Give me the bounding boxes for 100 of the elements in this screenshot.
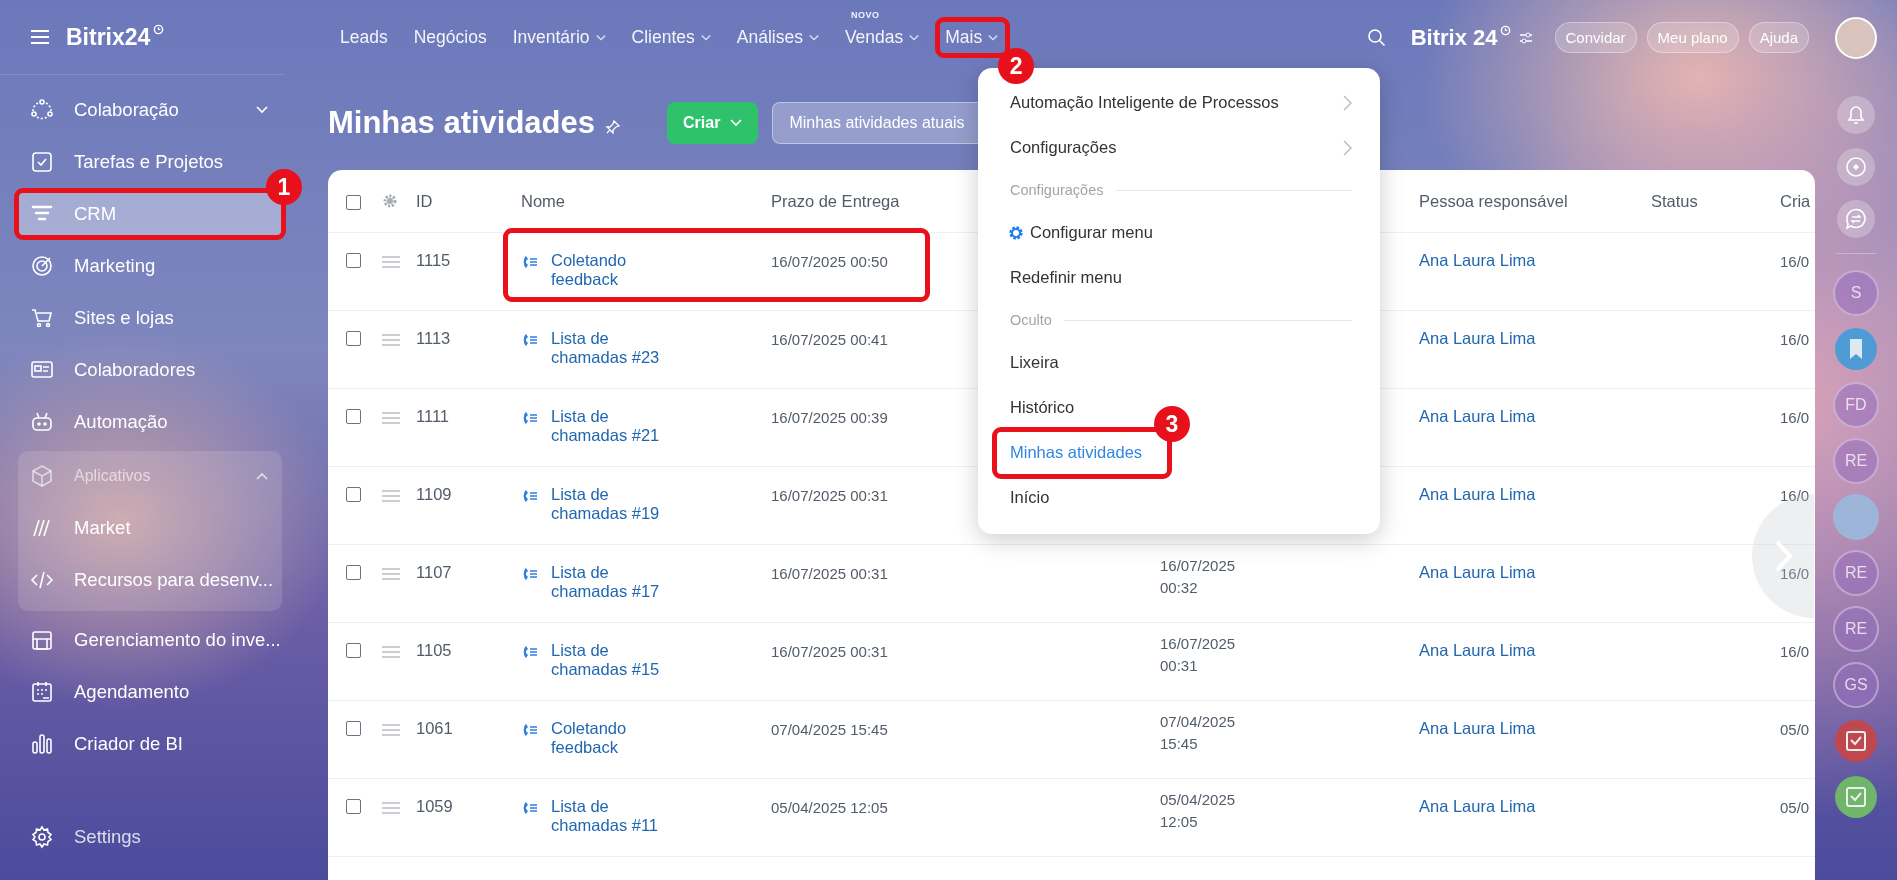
pin-icon[interactable] xyxy=(605,118,622,135)
activity-link[interactable]: Coletando feedback xyxy=(551,251,686,289)
bookmark-icon[interactable] xyxy=(1833,326,1879,372)
drag-handle-icon[interactable] xyxy=(382,646,400,658)
search-icon[interactable] xyxy=(1366,27,1387,48)
logo[interactable]: Bitrix24 xyxy=(66,23,165,51)
checkbox[interactable] xyxy=(346,643,361,658)
activity-link[interactable]: Lista de chamadas #17 xyxy=(551,563,686,601)
drag-handle-icon[interactable] xyxy=(382,802,400,814)
checkbox[interactable] xyxy=(346,409,361,424)
column-header[interactable]: Prazo de Entrega xyxy=(771,191,900,211)
column-header[interactable]: Status xyxy=(1651,191,1698,211)
annotation-badge: 2 xyxy=(998,48,1035,84)
cart-icon xyxy=(30,306,54,330)
menu-item[interactable]: Redefinir menu xyxy=(1010,255,1122,300)
annotation-badge: 1 xyxy=(266,169,302,205)
sidebar-item[interactable]: Colaboradores xyxy=(18,347,282,393)
settings-icon[interactable] xyxy=(382,193,398,209)
nav-link[interactable]: Mais xyxy=(945,27,999,48)
table-cell-text: 16/0 xyxy=(1780,564,1810,582)
drag-handle-icon[interactable] xyxy=(382,490,400,502)
user-avatar[interactable]: RE xyxy=(1833,550,1879,596)
sidebar-item[interactable]: Marketing xyxy=(18,243,282,289)
table-cell: 1115 xyxy=(416,251,451,270)
table-cell-text: 07/04/2025 15:45 xyxy=(771,720,888,738)
table-cell-text: 05/04/2025 12:05 xyxy=(771,798,888,816)
checkbox[interactable] xyxy=(346,565,361,580)
nav-link[interactable]: Clientes xyxy=(631,27,711,48)
task-icon[interactable] xyxy=(1833,718,1879,764)
activity-link[interactable]: Lista de chamadas #19 xyxy=(551,485,686,523)
person-link[interactable]: Ana Laura Lima xyxy=(1419,407,1536,425)
page-title: Minhas atividades xyxy=(328,104,596,141)
person-link[interactable]: Ana Laura Lima xyxy=(1419,797,1536,815)
sidebar-item[interactable]: Automação xyxy=(18,399,282,445)
person-link[interactable]: Ana Laura Lima xyxy=(1419,329,1536,347)
sidebar-item[interactable]: Gerenciamento do inve... xyxy=(18,617,282,663)
person-link[interactable]: Ana Laura Lima xyxy=(1419,485,1536,503)
table-cell-text: 05/0 xyxy=(1780,720,1810,738)
person-link[interactable]: Ana Laura Lima xyxy=(1419,563,1536,581)
menu-icon[interactable] xyxy=(30,29,50,45)
person-link[interactable]: Ana Laura Lima xyxy=(1419,719,1536,737)
menu-item[interactable]: Lixeira xyxy=(1010,340,1059,385)
activity-link[interactable]: Coletando feedback xyxy=(551,719,686,757)
checkbox[interactable] xyxy=(346,331,361,346)
nav-link[interactable]: Inventário xyxy=(512,27,606,48)
menu-item[interactable]: Configurar menu xyxy=(1008,210,1352,255)
user-avatar[interactable]: RE xyxy=(1833,606,1879,652)
activity-link[interactable]: Lista de chamadas #21 xyxy=(551,407,686,445)
calendar-icon xyxy=(30,680,54,704)
call-list-icon xyxy=(521,488,539,504)
call-list-icon xyxy=(521,722,539,738)
sliders-icon[interactable] xyxy=(1518,30,1533,45)
column-header[interactable]: Pessoa responsável xyxy=(1419,191,1568,211)
column-header[interactable]: ID xyxy=(416,191,433,211)
sidebar-item[interactable]: Criador de BI xyxy=(18,721,282,767)
menu-item[interactable]: Início xyxy=(1010,475,1050,520)
checkbox[interactable] xyxy=(346,799,361,814)
drag-handle-icon[interactable] xyxy=(382,334,400,346)
user-avatar[interactable] xyxy=(1835,16,1877,59)
menu-item[interactable]: Minhas atividades xyxy=(1010,430,1143,475)
person-link[interactable]: Ana Laura Lima xyxy=(1419,641,1536,659)
clock-icon xyxy=(1499,24,1511,36)
user-avatar[interactable]: GS xyxy=(1833,662,1879,708)
drag-handle-icon[interactable] xyxy=(382,724,400,736)
nav-link[interactable]: Análises xyxy=(736,27,819,48)
nav-link[interactable]: Negócios xyxy=(413,27,487,48)
settings-item[interactable]: Settings xyxy=(18,814,282,860)
drag-handle-icon[interactable] xyxy=(382,568,400,580)
menu-item[interactable]: Histórico xyxy=(1010,385,1075,430)
table-cell: 1111 xyxy=(416,407,450,426)
chevron-right-icon xyxy=(1343,139,1352,156)
task-icon[interactable] xyxy=(1833,774,1879,820)
drag-handle-icon[interactable] xyxy=(382,256,400,268)
checkbox[interactable] xyxy=(346,253,361,268)
sparkle-target-icon[interactable] xyxy=(1836,147,1876,187)
checkbox[interactable] xyxy=(346,721,361,736)
checkbox[interactable] xyxy=(346,487,361,502)
sidebar-item[interactable]: Colaboração xyxy=(18,87,282,133)
column-header[interactable]: Nome xyxy=(521,191,565,211)
chat-arrows-icon[interactable] xyxy=(1836,199,1876,239)
sidebar-item[interactable]: Sites e lojas xyxy=(18,295,282,341)
activity-link[interactable]: Lista de chamadas #11 xyxy=(551,797,686,835)
table-cell-text: 16/07/2025 00:31 xyxy=(1160,634,1237,676)
bell-icon[interactable] xyxy=(1836,95,1876,135)
table-cell: 1059 xyxy=(416,797,453,816)
nav-link[interactable]: Leads xyxy=(340,27,388,48)
drag-handle-icon[interactable] xyxy=(382,412,400,424)
table-cell-text: 05/04/2025 12:05 xyxy=(1160,790,1237,832)
table-cell: 1061 xyxy=(416,719,453,738)
column-header[interactable]: Cria xyxy=(1780,191,1811,211)
person-link[interactable]: Ana Laura Lima xyxy=(1419,251,1536,269)
table-cell-text: 16/0 xyxy=(1780,330,1810,348)
checkbox[interactable] xyxy=(346,194,361,210)
box-icon xyxy=(30,464,54,488)
activity-link[interactable]: Lista de chamadas #23 xyxy=(551,329,686,367)
sidebar-item[interactable]: Agendamento xyxy=(18,669,282,715)
call-list-icon xyxy=(521,800,539,816)
clock-icon xyxy=(153,23,165,35)
people-icon xyxy=(30,98,54,122)
activity-link[interactable]: Lista de chamadas #15 xyxy=(551,641,686,679)
